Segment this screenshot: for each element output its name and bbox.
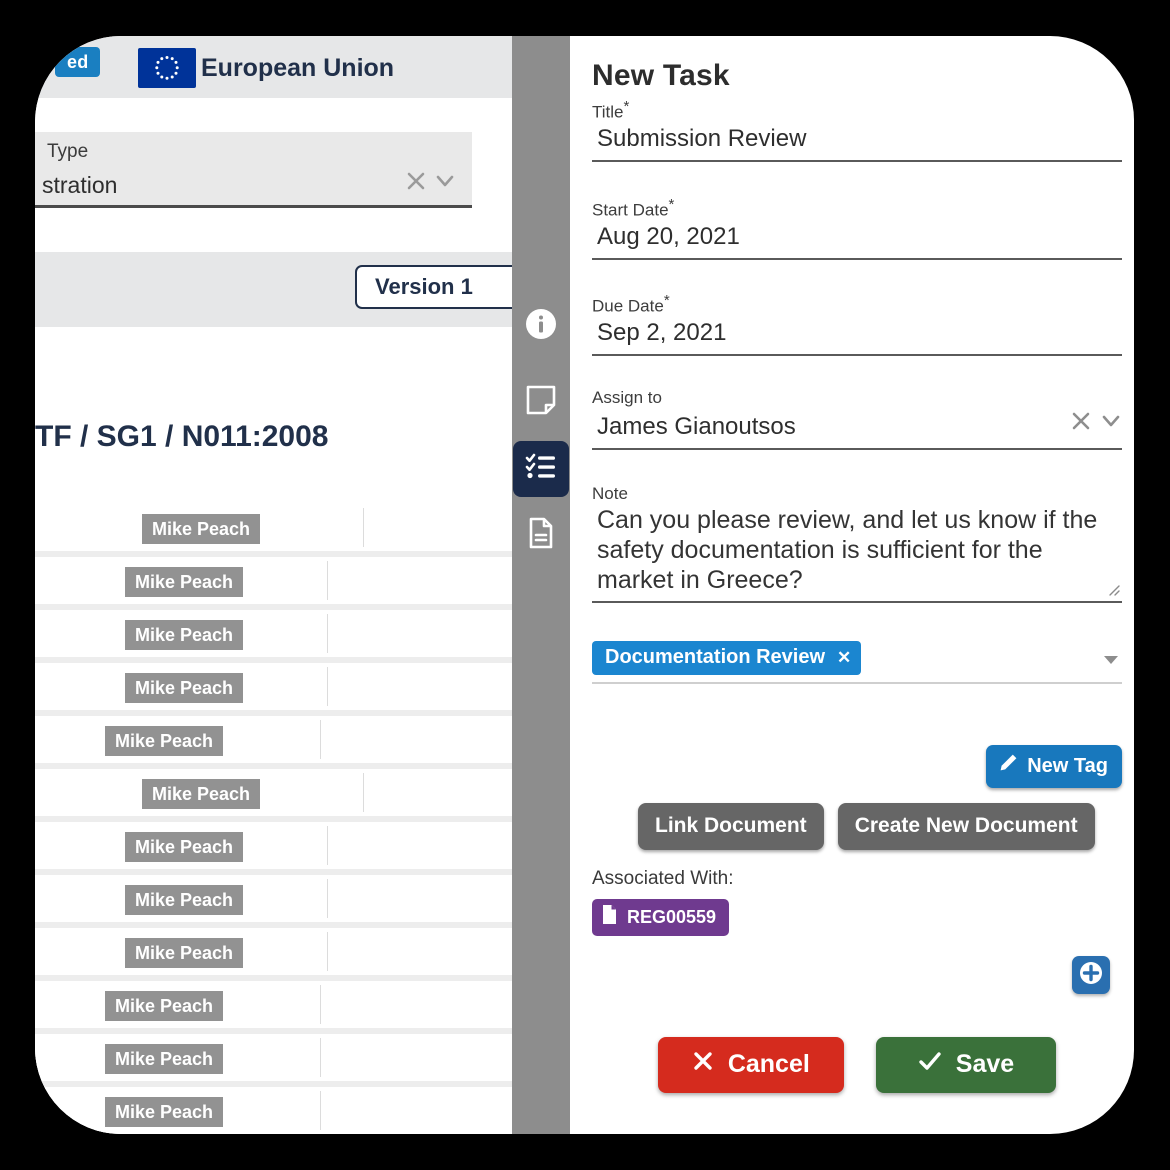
caret-down-icon[interactable]	[1102, 653, 1120, 671]
icon-rail	[512, 36, 570, 1134]
new-tag-button[interactable]: New Tag	[986, 745, 1122, 788]
title-field[interactable]: Title* Submission Review	[592, 98, 1122, 162]
table-column-divider	[327, 667, 328, 706]
table-column-divider	[327, 561, 328, 600]
table-column-divider	[363, 508, 364, 547]
due-date-field[interactable]: Due Date* Sep 2, 2021	[592, 292, 1122, 356]
assignee-chip[interactable]: Mike Peach	[125, 620, 244, 650]
table-column-divider	[327, 614, 328, 653]
assignee-chip[interactable]: Mike Peach	[105, 726, 224, 756]
assignee-chip[interactable]: Mike Peach	[142, 779, 261, 809]
assignee-chip[interactable]: Mike Peach	[105, 991, 224, 1021]
assignee-chip[interactable]: Mike Peach	[125, 832, 244, 862]
create-new-document-button[interactable]: Create New Document	[837, 803, 1095, 850]
screen-root: ed European Union Type stration Version …	[0, 0, 1170, 1170]
type-select-value: stration	[42, 172, 118, 198]
assignee-chip[interactable]: Mike Peach	[105, 1044, 224, 1074]
resize-handle-icon[interactable]	[1106, 582, 1120, 596]
chevron-down-icon[interactable]	[434, 170, 456, 197]
assign-to-field-label: Assign to	[592, 388, 662, 407]
clear-icon[interactable]	[405, 170, 427, 197]
assignee-chip[interactable]: Mike Peach	[125, 885, 244, 915]
start-date-field-value[interactable]: Aug 20, 2021	[592, 222, 1122, 260]
table-column-divider	[320, 1038, 321, 1077]
assignee-chip[interactable]: Mike Peach	[142, 514, 261, 544]
type-select-label: Type	[47, 141, 89, 162]
save-button[interactable]: Save	[875, 1037, 1057, 1093]
document-icon	[602, 905, 617, 929]
save-button-label: Save	[955, 1050, 1015, 1078]
table-column-divider	[320, 720, 321, 759]
plus-circle-icon	[1077, 959, 1105, 992]
panel-title: New Task	[592, 59, 730, 92]
cancel-button[interactable]: Cancel	[657, 1037, 844, 1093]
new-tag-row: New Tag	[592, 745, 1122, 791]
associated-document-chip[interactable]: REG00559	[592, 899, 730, 936]
table-column-divider	[320, 1091, 321, 1130]
add-button[interactable]	[1072, 956, 1110, 994]
assign-to-field-value: James Gianoutsos	[597, 413, 796, 440]
table-column-divider	[327, 932, 328, 971]
table-column-divider	[320, 985, 321, 1024]
start-date-field[interactable]: Start Date* Aug 20, 2021	[592, 196, 1122, 260]
check-icon	[918, 1050, 942, 1079]
associated-document-label: REG00559	[627, 906, 717, 927]
rail-item-tasks[interactable]	[513, 441, 569, 497]
remove-tag-icon[interactable]: ✕	[837, 649, 851, 666]
organization-name: European Union	[201, 54, 395, 82]
note-field-label: Note	[592, 484, 628, 503]
rail-item-info[interactable]	[523, 308, 559, 344]
assign-to-icons	[1070, 410, 1122, 441]
assign-to-field-value-row[interactable]: James Gianoutsos	[592, 409, 1122, 450]
assignee-chip[interactable]: Mike Peach	[105, 1097, 224, 1127]
note-field-box[interactable]: Can you please review, and let us know i…	[592, 505, 1122, 603]
tag-chip-label: Documentation Review	[605, 646, 826, 668]
document-buttons-row: Link Document Create New Document	[592, 803, 1122, 850]
assignee-chip[interactable]: Mike Peach	[125, 938, 244, 968]
document-icon	[524, 516, 558, 555]
note-field-value: Can you please review, and let us know i…	[597, 506, 1098, 594]
tags-row[interactable]: Documentation Review ✕	[592, 641, 1122, 684]
link-document-button[interactable]: Link Document	[638, 803, 824, 850]
sticky-note-icon	[524, 383, 558, 422]
title-field-label: Title*	[592, 98, 630, 122]
x-icon	[692, 1050, 714, 1079]
type-select-icons	[405, 170, 456, 197]
tag-chip[interactable]: Documentation Review ✕	[592, 641, 862, 675]
start-date-field-label: Start Date*	[592, 196, 675, 220]
rail-item-documents[interactable]	[523, 517, 559, 553]
cancel-button-label: Cancel	[727, 1050, 810, 1078]
type-select[interactable]: Type stration	[35, 132, 472, 208]
due-date-field-value[interactable]: Sep 2, 2021	[592, 318, 1122, 356]
table-column-divider	[363, 773, 364, 812]
table-column-divider	[327, 826, 328, 865]
due-date-field-label: Due Date*	[592, 292, 670, 316]
table-column-divider	[327, 879, 328, 918]
document-title: TF / SG1 / N011:2008	[35, 420, 329, 453]
note-field[interactable]: Note Can you please review, and let us k…	[592, 484, 1122, 603]
chevron-down-icon[interactable]	[1100, 410, 1122, 439]
task-list-icon	[524, 450, 558, 489]
version-button[interactable]: Version 1	[355, 265, 535, 309]
assignee-chip[interactable]: Mike Peach	[125, 673, 244, 703]
footer-buttons: Cancel Save	[592, 1037, 1122, 1093]
new-task-panel: New Task Title* Submission Review Start …	[570, 36, 1134, 1134]
pencil-icon	[998, 753, 1018, 779]
eu-flag-icon	[138, 48, 196, 88]
rail-item-notes[interactable]	[523, 384, 559, 420]
clear-icon[interactable]	[1070, 410, 1092, 439]
tags-field[interactable]: Documentation Review ✕	[592, 633, 1122, 684]
associated-with-label: Associated With:	[592, 868, 734, 889]
assignee-chip[interactable]: Mike Peach	[125, 567, 244, 597]
title-field-value[interactable]: Submission Review	[592, 124, 1122, 162]
status-badge: ed	[55, 47, 101, 77]
info-circle-icon	[524, 307, 558, 346]
associated-with-section: Associated With: REG00559	[592, 868, 1122, 936]
assign-to-field[interactable]: Assign to James Gianoutsos	[592, 388, 1122, 450]
new-tag-button-label: New Tag	[1027, 754, 1108, 777]
